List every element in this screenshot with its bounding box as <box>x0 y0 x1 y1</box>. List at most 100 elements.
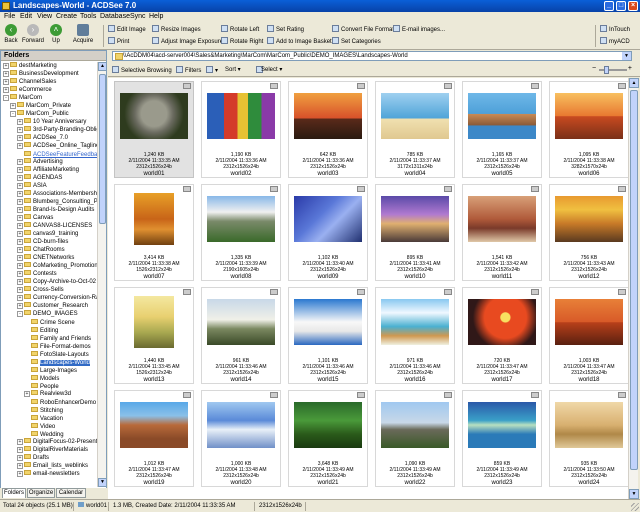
folder-tree-item[interactable]: + Canvas <box>1 214 98 222</box>
folder-tree-item[interactable]: + CANVAS8-LICENSES <box>1 222 98 230</box>
menu-file[interactable]: File <box>4 13 15 20</box>
folder-tree-item[interactable]: + DigitalFocus-02-Presentati <box>1 438 98 446</box>
rotate-left-button[interactable]: Rotate Left <box>221 25 259 35</box>
thumbnail-tile[interactable]: 1,000 KB 2/11/2004 11:33:48 AM 2312x1526x2… <box>201 390 281 487</box>
folder-tree-item[interactable]: Crime Scene <box>1 318 98 326</box>
acquire-button[interactable]: Acquire <box>69 24 97 50</box>
folder-tree-item[interactable]: + AffiliateMarketing <box>1 166 98 174</box>
folder-tree-scrollbar[interactable]: ▲ ▼ <box>97 62 107 487</box>
folder-tree-item[interactable]: Editing <box>1 326 98 334</box>
folder-tree-item[interactable]: + Drafts <box>1 454 98 462</box>
thumbnail-tile[interactable]: 1,541 KB 2/11/2004 11:33:42 AM 2312x1526x2… <box>462 184 542 281</box>
expand-icon[interactable]: + <box>3 79 9 85</box>
scrollbar-thumb[interactable] <box>99 74 106 224</box>
folder-tree-item[interactable]: + Copy-Archive-to-Oct-02 <box>1 278 98 286</box>
selective-browsing-button[interactable]: Selective Browsing <box>112 66 172 74</box>
expand-icon[interactable]: + <box>17 447 23 453</box>
folder-tree-item[interactable]: + Contests <box>1 270 98 278</box>
thumbnail-tile[interactable]: 1,240 KB 2/11/2004 11:33:35 AM 2312x1526x2… <box>114 81 194 178</box>
menu-help[interactable]: Help <box>149 13 163 20</box>
expand-icon[interactable]: + <box>17 231 23 237</box>
menu-sync[interactable]: Sync <box>130 13 146 20</box>
scrollbar-thumb[interactable] <box>630 90 638 470</box>
folder-tree-item[interactable]: +10 Year Anniversary <box>1 118 98 126</box>
expand-icon[interactable]: + <box>17 463 23 469</box>
folder-tree-item[interactable]: Stitching <box>1 406 98 414</box>
menu-view[interactable]: View <box>37 13 52 20</box>
select-button[interactable]: Select ▾ <box>261 66 282 73</box>
set-categories-button[interactable]: Set Categories <box>332 37 381 47</box>
myacd-button[interactable]: myACD <box>600 37 630 47</box>
folder-tree-item[interactable]: ACDSeeFeatureFeedback <box>1 150 98 158</box>
folder-tree-item[interactable]: + Currency-Conversion-Rate <box>1 294 98 302</box>
edit-image-button[interactable]: Edit Image <box>108 25 146 35</box>
thumbnail-tile[interactable]: 756 KB 2/11/2004 11:33:43 AM 2312x1526x24b… <box>549 184 629 281</box>
thumbnail-tile[interactable]: 785 KB 2/11/2004 11:33:37 AM 3172x1311x24b… <box>375 81 455 178</box>
thumbnail-tile[interactable]: 971 KB 2/11/2004 11:33:46 AM 2312x1526x24b… <box>375 287 455 384</box>
zoom-in-icon[interactable]: + <box>628 65 632 72</box>
address-field[interactable]: \\AcDDM04\acd-server004\Sales&Marketing\… <box>112 51 632 61</box>
folder-tree-item[interactable]: + Associations-Memberships <box>1 190 98 198</box>
folder-tree-item[interactable]: Landscapes-World <box>1 358 98 366</box>
expand-icon[interactable]: + <box>17 159 23 165</box>
folder-tree-item[interactable]: + eCommerce <box>1 86 98 94</box>
expand-icon[interactable]: + <box>17 471 23 477</box>
thumbnail-tile[interactable]: 1,012 KB 2/11/2004 11:33:47 AM 2312x1526x2… <box>114 390 194 487</box>
zoom-out-icon[interactable]: − <box>592 65 596 72</box>
expand-icon[interactable]: + <box>17 167 23 173</box>
folder-tree-item[interactable]: + Brand-Is-Design Audits <box>1 206 98 214</box>
folder-tree-item[interactable]: + BusinessDevelopment <box>1 70 98 78</box>
folder-tree-item[interactable]: + ACDSee_7.0 <box>1 134 98 142</box>
folder-tree-item[interactable]: Models <box>1 374 98 382</box>
scroll-down-arrow-icon[interactable]: ▼ <box>98 478 107 487</box>
folder-tree-item[interactable]: Video <box>1 422 98 430</box>
expand-icon[interactable]: + <box>17 183 23 189</box>
thumbnail-tile[interactable]: 859 KB 2/11/2004 11:33:49 AM 2312x1526x24b… <box>462 390 542 487</box>
maximize-button[interactable]: □ <box>616 1 626 11</box>
add-to-basket-button[interactable]: Add to Image Basket <box>267 37 332 47</box>
folder-tree-item[interactable]: + Realview3d <box>1 390 98 398</box>
thumbnail-tile[interactable]: 3,414 KB 2/11/2004 11:33:38 AM 1526x2312x2… <box>114 184 194 281</box>
expand-icon[interactable]: + <box>17 455 23 461</box>
folder-tree-item[interactable]: File-Format-demos <box>1 342 98 350</box>
collapse-icon[interactable]: - <box>17 311 23 317</box>
folder-tree-item[interactable]: FotoSlate-Layouts <box>1 350 98 358</box>
scroll-up-arrow-icon[interactable]: ▲ <box>98 62 107 71</box>
expand-icon[interactable]: + <box>17 247 23 253</box>
folder-tree-item[interactable]: - MarCom <box>1 94 98 102</box>
folder-tree-item[interactable]: Wedding <box>1 430 98 438</box>
expand-icon[interactable]: + <box>17 263 23 269</box>
menu-edit[interactable]: Edit <box>20 13 32 20</box>
expand-icon[interactable]: + <box>17 239 23 245</box>
folder-tree-item[interactable]: + Blumberg_Consulting_Proj <box>1 198 98 206</box>
thumbnail-tile[interactable]: 1,090 KB 2/11/2004 11:33:49 AM 2312x1526x2… <box>375 390 455 487</box>
expand-icon[interactable]: + <box>17 127 23 133</box>
thumbnail-tile[interactable]: 1,102 KB 2/11/2004 11:33:40 AM 2312x1526x2… <box>288 184 368 281</box>
menu-create[interactable]: Create <box>56 13 77 20</box>
expand-icon[interactable]: + <box>17 143 23 149</box>
folder-tree-item[interactable]: + email-newsletters <box>1 470 98 478</box>
folder-tree-item[interactable]: + CoMarketing_Promotions <box>1 262 98 270</box>
expand-icon[interactable]: + <box>17 199 23 205</box>
folder-tree-item[interactable]: + Customer_Research <box>1 302 98 310</box>
expand-icon[interactable]: + <box>17 119 23 125</box>
resize-grip-icon[interactable] <box>631 503 639 511</box>
thumbnail-tile[interactable]: 3,648 KB 2/11/2004 11:33:49 AM 2312x1526x2… <box>288 390 368 487</box>
expand-icon[interactable]: + <box>17 175 23 181</box>
expand-icon[interactable]: + <box>17 207 23 213</box>
folder-tree-item[interactable]: + ChannelSales <box>1 78 98 86</box>
menu-tools[interactable]: Tools <box>80 13 96 20</box>
expand-icon[interactable]: + <box>17 255 23 261</box>
thumbnail-tile[interactable]: 1,095 KB 2/11/2004 11:33:38 AM 3282x1570x2… <box>549 81 629 178</box>
scroll-up-arrow-icon[interactable]: ▲ <box>629 78 639 88</box>
thumbnail-tile[interactable]: 895 KB 2/11/2004 11:33:41 AM 2312x1526x24b… <box>375 184 455 281</box>
folder-tree-item[interactable]: + ChatRooms <box>1 246 98 254</box>
view-mode-button[interactable]: ▾ <box>206 66 218 74</box>
expand-icon[interactable]: + <box>3 71 9 77</box>
thumbnail-tile[interactable]: 1,335 KB 2/11/2004 11:33:39 AM 2190x1605x2… <box>201 184 281 281</box>
collapse-icon[interactable]: - <box>3 95 9 101</box>
filters-button[interactable]: Filters <box>176 66 201 74</box>
file-list-scrollbar[interactable]: ▲ ▼ <box>628 78 639 499</box>
minimize-button[interactable]: _ <box>604 1 614 11</box>
thumbnail-tile[interactable]: 720 KB 2/11/2004 11:33:47 AM 2312x1526x24b… <box>462 287 542 384</box>
